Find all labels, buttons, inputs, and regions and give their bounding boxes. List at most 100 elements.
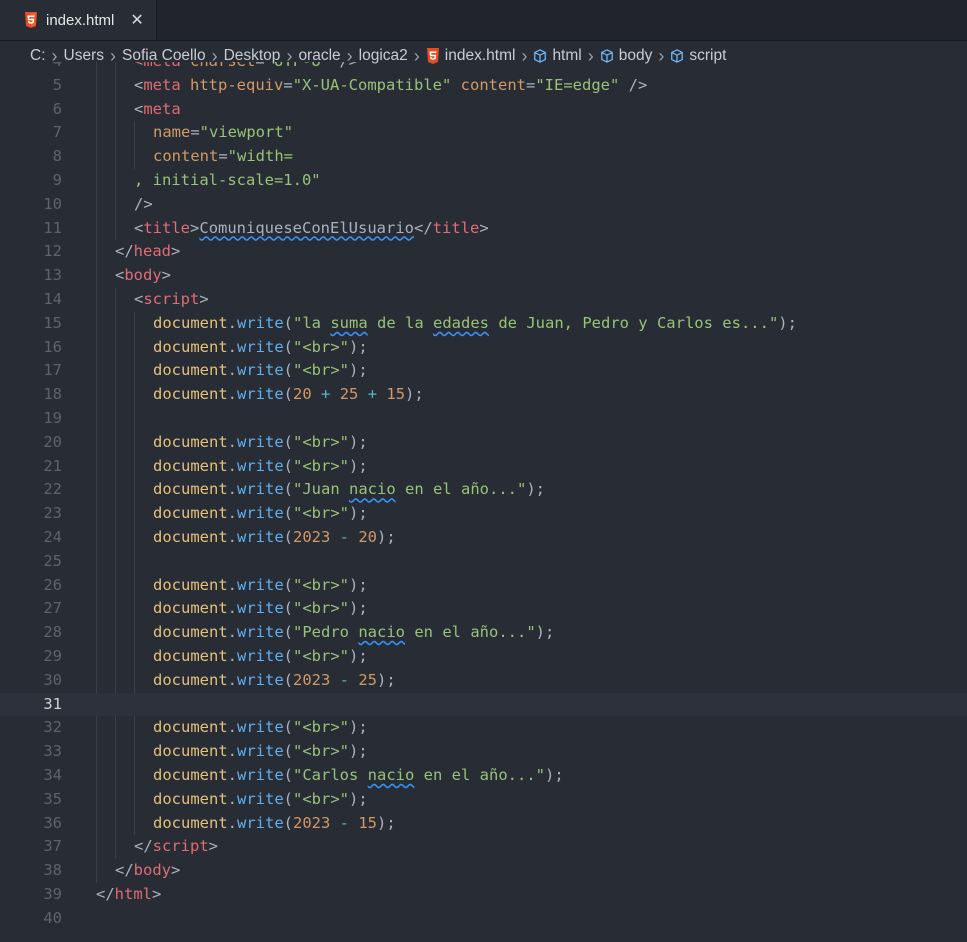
code-line[interactable]: 20 document.write("<br>"); [0, 430, 967, 455]
code-line[interactable]: 11 <title>ComuniqueseConElUsuario</title> [0, 216, 967, 241]
code-token: http-equiv [190, 75, 284, 94]
code-line[interactable]: 21 document.write("<br>"); [0, 454, 967, 479]
code-token: . [227, 646, 237, 665]
code-token: ( [283, 504, 294, 523]
code-token: document [153, 765, 228, 784]
indent-guide [115, 644, 116, 669]
code-line[interactable]: 30 document.write(2023 - 25); [0, 668, 967, 693]
code-line[interactable]: 24 document.write(2023 - 20); [0, 525, 967, 550]
code-line[interactable]: 26 document.write("<br>"); [0, 573, 967, 598]
code-line[interactable]: 36 document.write(2023 - 15); [0, 811, 967, 836]
code-token: ( [283, 456, 294, 475]
code-token: . [227, 313, 237, 332]
code-token: 15 [386, 385, 406, 404]
code-token: . [227, 718, 237, 737]
line-number: 38 [43, 861, 62, 880]
code-line[interactable]: 31 [0, 692, 967, 717]
code-token: write [237, 646, 284, 665]
code-token: "X-UA-Compatible" [292, 75, 452, 94]
code-line[interactable]: 25 [0, 549, 967, 574]
code-text: document.write(2023 - 25); [153, 669, 396, 693]
code-token: > [190, 218, 200, 237]
tab-bar: index.html ✕ [0, 0, 967, 41]
code-token: document [153, 504, 228, 523]
code-token: . [227, 504, 237, 523]
code-token: document [153, 646, 228, 665]
code-token: ); [349, 789, 368, 808]
line-number: 29 [43, 646, 62, 665]
tab-index-html[interactable]: index.html ✕ [0, 0, 157, 40]
code-line[interactable]: 32 document.write("<br>"); [0, 716, 967, 741]
code-line[interactable]: 5 <meta http-equiv="X-UA-Compatible" cont… [0, 73, 967, 98]
indent-guide [96, 406, 97, 431]
code-line[interactable]: 6 <meta [0, 97, 967, 122]
code-token: content [153, 147, 219, 166]
code-line[interactable]: 37 </script> [0, 835, 967, 860]
code-line[interactable]: 40 [0, 907, 967, 931]
code-line[interactable]: 23 document.write("<br>"); [0, 502, 967, 526]
code-line[interactable]: 13 <body> [0, 264, 967, 288]
code-line[interactable]: 15 document.write("la suma de la edades d… [0, 311, 967, 336]
code-token: write [237, 575, 284, 594]
code-line[interactable]: 28 document.write("Pedro nacio en el año.… [0, 621, 967, 645]
code-line[interactable]: 35 document.write("<br>"); [0, 787, 967, 812]
code-line[interactable]: 18 document.write(20 + 25 + 15); [0, 383, 967, 407]
code-token: body [124, 266, 162, 285]
code-token: document [153, 337, 228, 356]
code-token: "Juan [293, 480, 350, 499]
code-token: write [237, 385, 284, 404]
code-line[interactable]: 8 content="width= [0, 145, 967, 169]
code-text: document.write("<br>"); [153, 359, 368, 383]
indent-guide [115, 716, 116, 741]
code-token: document [153, 575, 228, 594]
line-number: 23 [43, 504, 62, 523]
code-editor[interactable]: 4<meta charset="UTF-8" />5<meta http-equ… [0, 62, 967, 942]
code-line[interactable]: 19 [0, 406, 967, 431]
indent-guide [134, 478, 135, 503]
indent-guide [134, 406, 135, 431]
code-token: . [227, 670, 237, 689]
code-line[interactable]: 38 </body> [0, 859, 967, 883]
code-token: "IE=edge" [535, 75, 620, 94]
code-token: "<br>" [293, 742, 350, 761]
code-token: ( [283, 718, 294, 737]
code-line[interactable]: 4 <meta charset="UTF-8" /> [0, 62, 967, 74]
indent-guide [134, 573, 135, 598]
code-token: - [330, 813, 359, 832]
code-line[interactable]: 14 <script> [0, 287, 967, 312]
code-token: 25 [358, 670, 378, 689]
code-token: = [525, 75, 536, 94]
line-number: 8 [52, 147, 62, 166]
code-token: 20 [293, 385, 312, 404]
code-line[interactable]: 39 </html> [0, 883, 967, 907]
indent-guide [96, 430, 97, 455]
code-line[interactable]: 12 </head> [0, 240, 967, 265]
code-token: write [237, 765, 284, 784]
indent-guide [134, 430, 135, 455]
indent-guide [115, 97, 116, 122]
code-token: name [153, 123, 191, 142]
code-token: document [153, 432, 228, 451]
code-text: document.write("<br>"); [153, 502, 368, 526]
code-line[interactable]: 34 document.write("Carlos nacio en el año… [0, 763, 967, 788]
indent-guide [115, 335, 116, 360]
code-line[interactable]: 27 document.write("<br>"); [0, 597, 967, 622]
code-line[interactable]: 17 document.write("<br>"); [0, 359, 967, 384]
code-line[interactable]: 29 document.write("<br>"); [0, 644, 967, 669]
code-line[interactable]: 16 document.write("<br>"); [0, 335, 967, 360]
code-line[interactable]: 22 document.write("Juan nacio en el año..… [0, 478, 967, 503]
code-token: en el año..." [414, 765, 545, 784]
code-token: /> [330, 62, 358, 70]
code-text: , initial-scale=1.0" [134, 169, 321, 193]
indent-guide [134, 383, 135, 407]
code-token: ( [283, 313, 294, 332]
code-token: de la [367, 313, 433, 332]
code-line[interactable]: 10 /> [0, 192, 967, 217]
indent-guide [96, 97, 97, 122]
code-token: ( [283, 813, 294, 832]
code-line[interactable]: 9 , initial-scale=1.0" [0, 168, 967, 193]
close-icon[interactable]: ✕ [130, 10, 143, 30]
code-line[interactable]: 33 document.write("<br>"); [0, 740, 967, 764]
indent-guide [96, 383, 97, 407]
code-line[interactable]: 7 name="viewport" [0, 121, 967, 146]
